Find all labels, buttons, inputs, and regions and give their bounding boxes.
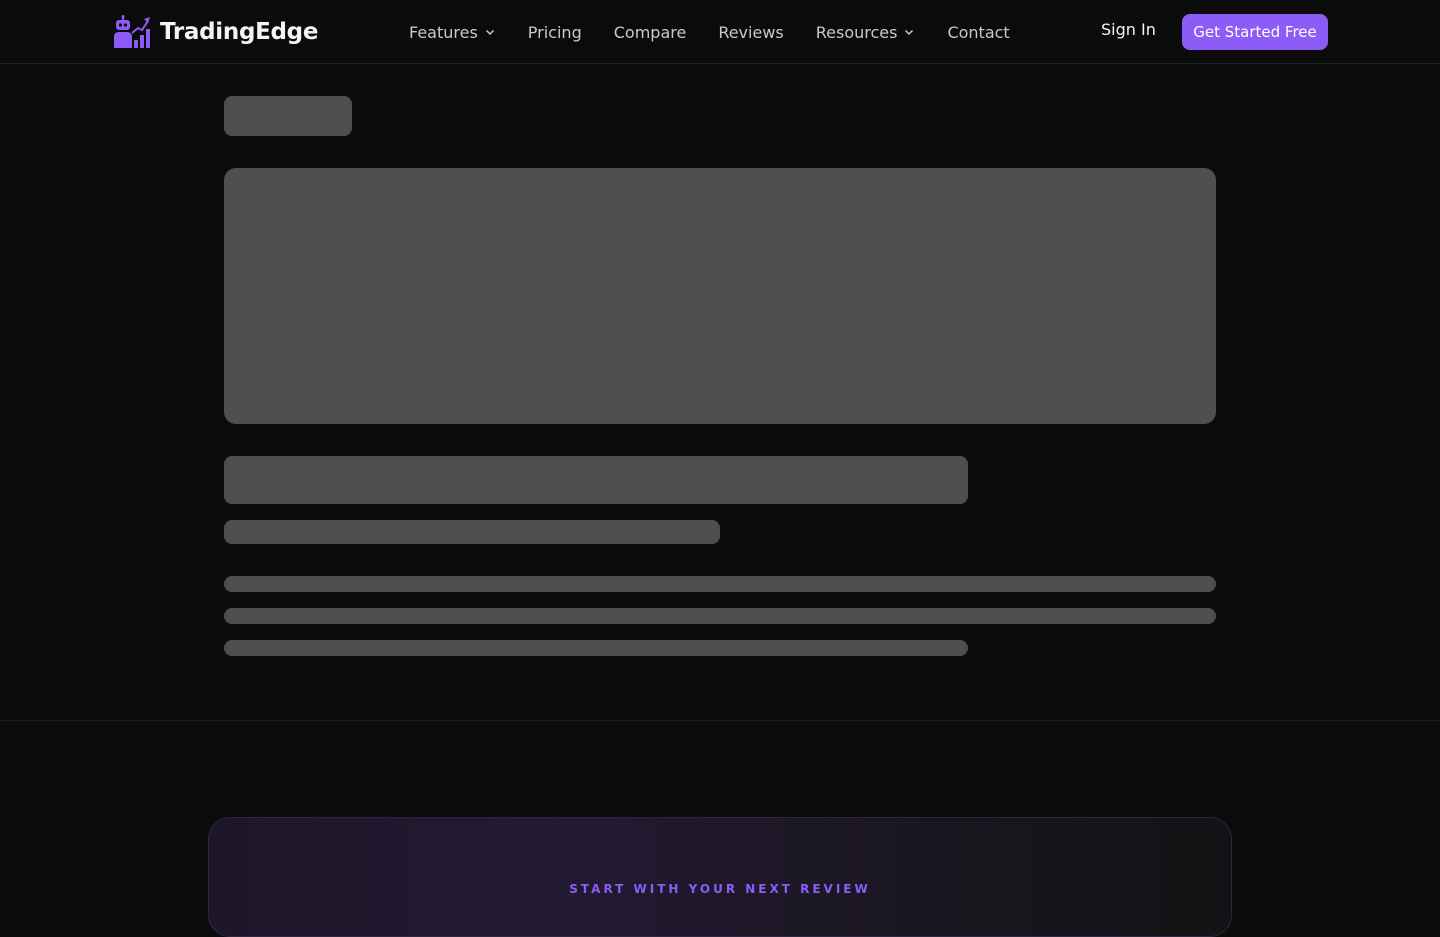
cta-card: START WITH YOUR NEXT REVIEW [208, 817, 1232, 937]
skeleton-tag [224, 96, 352, 136]
nav-reviews[interactable]: Reviews [718, 23, 783, 42]
skeleton-text-line [224, 640, 968, 656]
nav-resources[interactable]: Resources [816, 23, 916, 42]
skeleton-text-line [224, 608, 1216, 624]
nav-resources-label: Resources [815, 22, 898, 42]
skeleton-title [224, 456, 968, 504]
chevron-down-icon [485, 29, 494, 36]
sign-in-link[interactable]: Sign In [1101, 20, 1156, 39]
nav-compare-label: Compare [613, 22, 687, 42]
nav-pricing[interactable]: Pricing [528, 23, 582, 42]
nav-features[interactable]: Features [409, 23, 496, 42]
skeleton-hero-image [224, 168, 1216, 424]
chevron-down-icon [905, 29, 914, 36]
nav-features-label: Features [409, 22, 478, 42]
cta-eyebrow: START WITH YOUR NEXT REVIEW [569, 882, 871, 896]
nav-pricing-label: Pricing [527, 22, 582, 42]
nav-reviews-label: Reviews [718, 22, 784, 42]
robot-chart-logo-icon [114, 15, 150, 48]
skeleton-subtitle [224, 520, 720, 544]
brand-name: TradingEdge [160, 19, 319, 45]
top-navbar: TradingEdge Features Pricing Compare Rev… [0, 0, 1440, 64]
skeleton-text-line [224, 576, 1216, 592]
brand-home-link[interactable]: TradingEdge [113, 14, 318, 50]
nav-compare[interactable]: Compare [614, 23, 687, 42]
primary-nav: Features Pricing Compare Reviews Resourc… [409, 20, 1010, 44]
nav-contact[interactable]: Contact [947, 23, 1009, 42]
get-started-button[interactable]: Get Started Free [1182, 14, 1328, 50]
nav-contact-label: Contact [947, 22, 1010, 42]
